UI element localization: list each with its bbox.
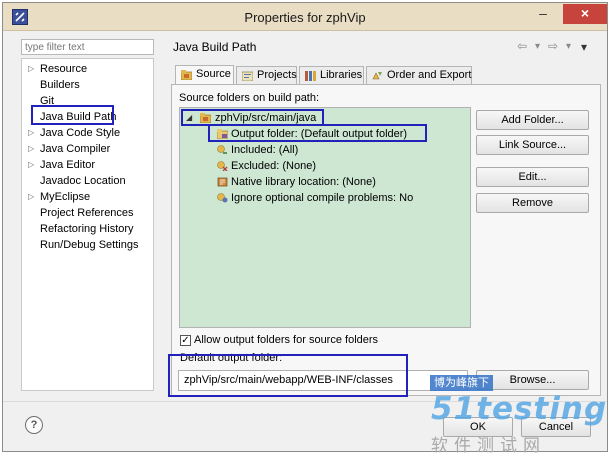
properties-dialog: Properties for zphVip – □ × ▷ Resource B…: [2, 2, 608, 456]
selection-highlight-box: [31, 105, 114, 125]
libraries-icon: [305, 70, 316, 81]
nav-item-refactoring-history[interactable]: Refactoring History: [40, 222, 134, 236]
highlight-box-output-folder: [208, 124, 427, 142]
minimize-button[interactable]: –: [530, 4, 556, 24]
nav-item-run-debug-settings[interactable]: Run/Debug Settings: [40, 238, 138, 252]
native-library-icon: [217, 177, 228, 187]
watermark-tag: 博为峰旗下: [430, 375, 493, 391]
expand-arrow-icon[interactable]: ▷: [28, 190, 36, 204]
source-folders-label: Source folders on build path:: [179, 92, 320, 104]
allow-output-folders-checkbox[interactable]: ✓: [180, 335, 191, 346]
add-folder-button[interactable]: Add Folder...: [476, 110, 589, 130]
projects-icon: [241, 70, 254, 82]
tree-item-excluded[interactable]: Excluded: (None): [231, 159, 316, 173]
tree-item-ignore-compile-problems[interactable]: Ignore optional compile problems: No: [231, 191, 413, 205]
nav-item-javadoc-location[interactable]: Javadoc Location: [40, 174, 126, 188]
back-arrow-icon[interactable]: ⇦: [517, 39, 527, 53]
tree-item-included[interactable]: Included: (All): [231, 143, 298, 157]
tab-label: Order and Export: [387, 69, 472, 81]
nav-item-builders[interactable]: Builders: [40, 78, 80, 92]
order-export-icon: [372, 70, 383, 80]
forward-dropdown-icon[interactable]: ▾: [566, 41, 571, 52]
nav-item-project-references[interactable]: Project References: [40, 206, 134, 220]
tab-label: Source: [196, 68, 231, 80]
tab-label: Libraries: [320, 69, 363, 81]
source-folder-icon: [180, 69, 193, 81]
tab-label: Projects: [257, 69, 297, 81]
allow-output-folders-label: Allow output folders for source folders: [194, 334, 379, 346]
remove-button[interactable]: Remove: [476, 193, 589, 213]
tab-projects[interactable]: Projects: [236, 66, 297, 84]
nav-item-resource[interactable]: Resource: [40, 62, 87, 76]
tree-item-native-library[interactable]: Native library location: (None): [231, 175, 376, 189]
expand-arrow-icon[interactable]: ▷: [28, 158, 36, 172]
nav-item-java-compiler[interactable]: Java Compiler: [40, 142, 110, 156]
excluded-icon: [217, 161, 228, 172]
back-dropdown-icon[interactable]: ▾: [535, 41, 540, 52]
nav-item-java-code-style[interactable]: Java Code Style: [40, 126, 120, 140]
help-icon[interactable]: ?: [25, 416, 43, 434]
page-title: Java Build Path: [173, 40, 257, 54]
watermark-logo: 51testing: [431, 391, 608, 427]
watermark-subtitle: 软件测试网: [431, 436, 546, 456]
included-icon: [217, 145, 228, 155]
highlight-box-output-path: [168, 354, 408, 397]
expand-arrow-icon[interactable]: ▷: [28, 62, 36, 76]
expand-arrow-icon[interactable]: ▷: [28, 142, 36, 156]
tab-source[interactable]: Source: [175, 65, 234, 84]
forward-arrow-icon[interactable]: ⇨: [548, 39, 558, 53]
close-button[interactable]: ×: [563, 4, 607, 24]
ignore-problems-icon: [217, 193, 228, 203]
tab-order-and-export[interactable]: Order and Export: [366, 66, 472, 84]
filter-input[interactable]: [21, 39, 154, 55]
view-menu-icon[interactable]: ▾: [581, 40, 587, 54]
link-source-button[interactable]: Link Source...: [476, 135, 589, 155]
window-title: Properties for zphVip: [244, 10, 366, 25]
title-bar[interactable]: Properties for zphVip – □ ×: [3, 3, 607, 31]
expand-arrow-icon[interactable]: ▷: [28, 126, 36, 140]
edit-button[interactable]: Edit...: [476, 167, 589, 187]
nav-item-java-editor[interactable]: Java Editor: [40, 158, 95, 172]
nav-item-myeclipse[interactable]: MyEclipse: [40, 190, 90, 204]
tab-libraries[interactable]: Libraries: [299, 66, 364, 84]
